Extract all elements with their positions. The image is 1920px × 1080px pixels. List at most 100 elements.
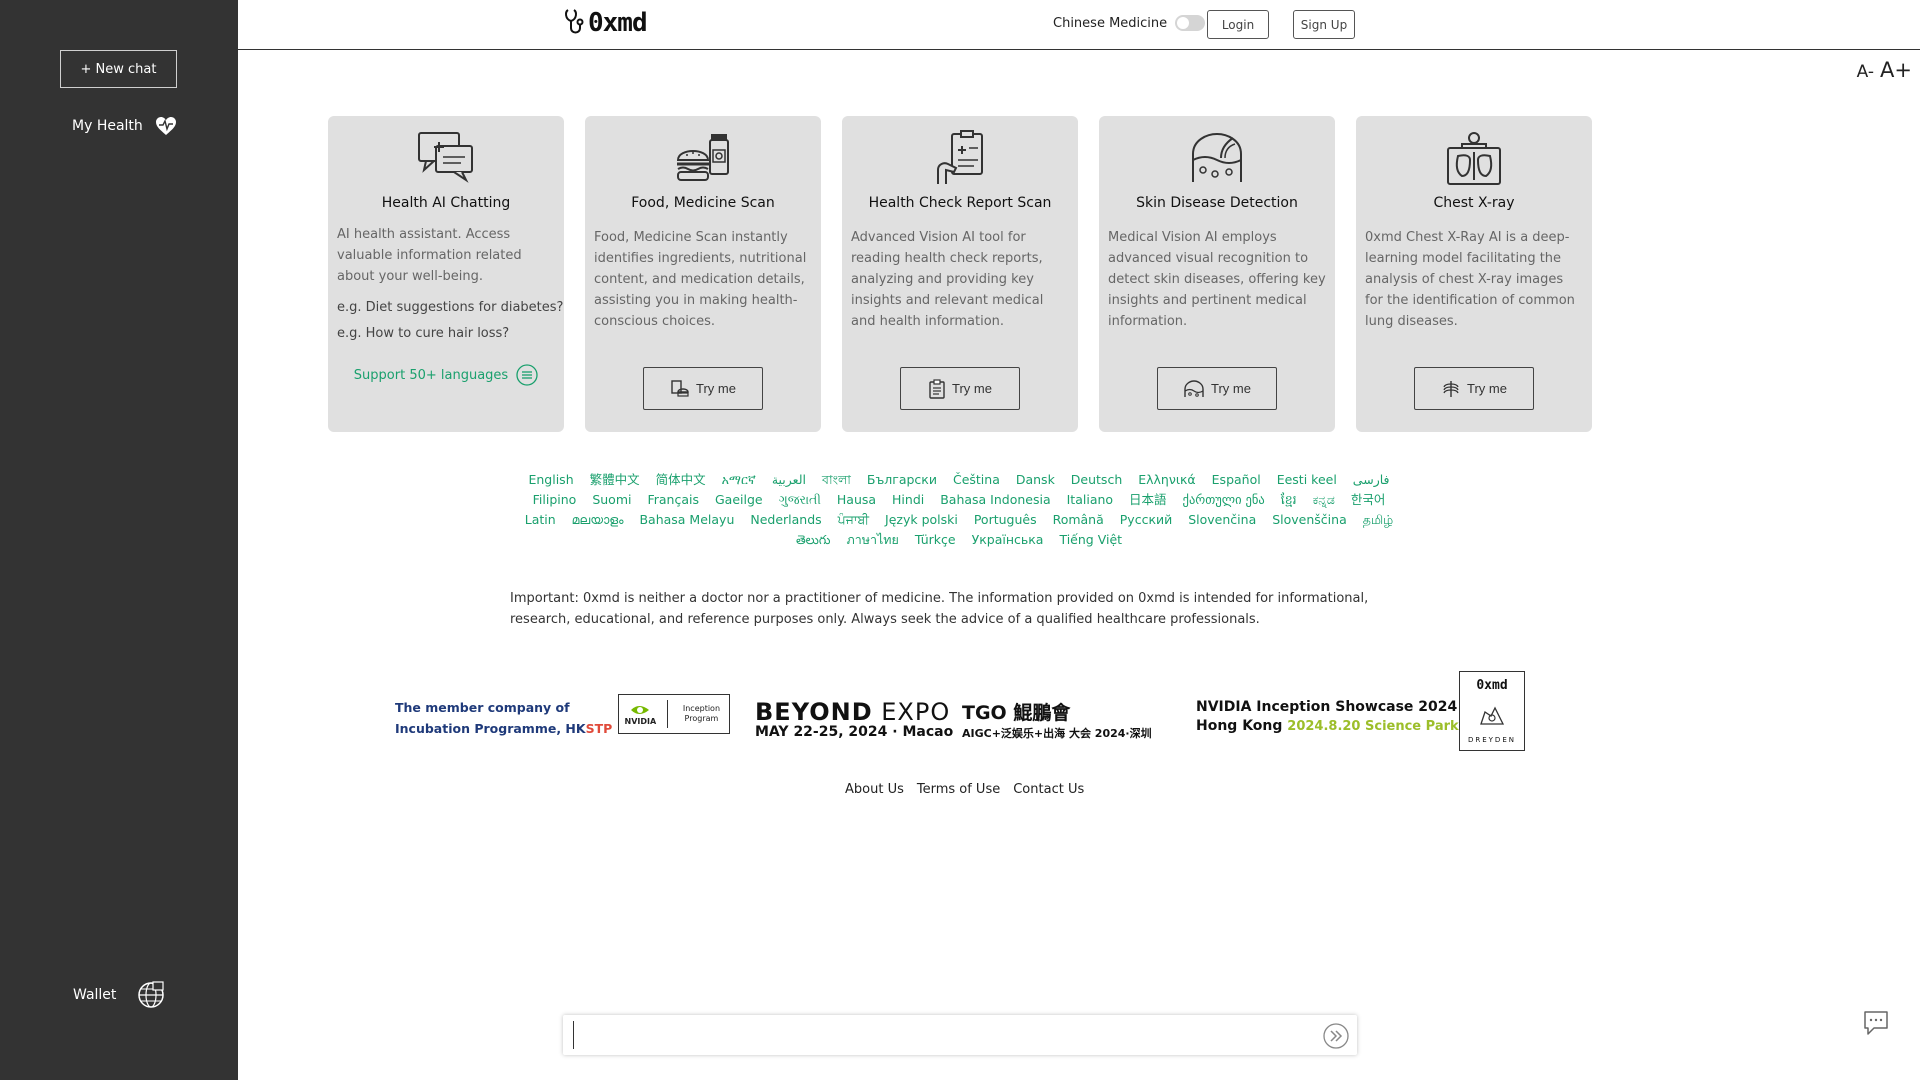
example-prompt-hair-loss[interactable]: e.g. How to cure hair loss? bbox=[337, 326, 509, 341]
language-link[interactable]: Čeština bbox=[953, 472, 1000, 487]
hkstp-stp: STP bbox=[585, 721, 613, 736]
language-link[interactable]: Русский bbox=[1120, 512, 1172, 527]
language-link[interactable]: Dansk bbox=[1016, 472, 1055, 487]
contact-us-link[interactable]: Contact Us bbox=[1013, 782, 1084, 797]
language-link[interactable]: Eesti keel bbox=[1277, 472, 1337, 487]
language-link[interactable]: 繁體中文 bbox=[590, 472, 640, 487]
language-link[interactable]: Français bbox=[647, 492, 699, 507]
language-link[interactable]: Hausa bbox=[837, 492, 876, 507]
try-health-check-scan-button[interactable]: Try me bbox=[900, 367, 1020, 410]
send-icon[interactable] bbox=[1323, 1023, 1349, 1049]
report-clipboard-icon bbox=[937, 130, 983, 184]
language-link[interactable]: Italiano bbox=[1067, 492, 1113, 507]
language-link[interactable]: 한국어 bbox=[1351, 492, 1386, 507]
tgo-subtitle: AIGC+泛娱乐+出海 大会 2024·深圳 bbox=[962, 727, 1152, 740]
beyond-expo-badge: BEYOND EXPO MAY 22-25, 2024 · Macao bbox=[755, 698, 953, 740]
language-link[interactable]: Filipino bbox=[533, 492, 577, 507]
language-link[interactable]: മലയാളം bbox=[572, 512, 624, 527]
signup-button[interactable]: Sign Up bbox=[1293, 10, 1355, 39]
try-chest-xray-button[interactable]: Try me bbox=[1414, 367, 1534, 410]
language-link[interactable]: English bbox=[528, 472, 573, 487]
font-increase-button[interactable]: A+ bbox=[1880, 58, 1912, 82]
language-link[interactable]: Hindi bbox=[892, 492, 924, 507]
language-link[interactable]: Nederlands bbox=[750, 512, 821, 527]
language-link[interactable]: ภาษาไทย bbox=[846, 532, 898, 547]
language-link[interactable]: Bahasa Melayu bbox=[639, 512, 734, 527]
chat-input-bar bbox=[563, 1015, 1357, 1055]
nvidia-program: Inception Program bbox=[682, 704, 721, 723]
medical-disclaimer: Important: 0xmd is neither a doctor nor … bbox=[510, 591, 1369, 627]
feedback-chat-icon[interactable] bbox=[1862, 1010, 1890, 1036]
tgo-badge: TGO 鯤鵬會 AIGC+泛娱乐+出海 大会 2024·深圳 bbox=[962, 698, 1152, 741]
language-link[interactable]: فارسی bbox=[1353, 472, 1390, 487]
menu-circle-icon bbox=[516, 364, 538, 386]
nvidia-eye-icon bbox=[631, 705, 650, 714]
try-skin-detection-button[interactable]: Try me bbox=[1157, 367, 1277, 410]
about-us-link[interactable]: About Us bbox=[845, 782, 904, 797]
language-link[interactable]: Deutsch bbox=[1071, 472, 1122, 487]
chat-input[interactable] bbox=[573, 1021, 1303, 1049]
try-food-medicine-scan-button[interactable]: Try me bbox=[643, 367, 763, 410]
my-health-link[interactable]: My Health bbox=[72, 116, 177, 136]
language-link[interactable]: বাংলা bbox=[822, 472, 851, 487]
language-link[interactable]: Bahasa Indonesia bbox=[940, 492, 1050, 507]
language-link[interactable]: ქართული ენა bbox=[1183, 492, 1265, 507]
chinese-medicine-label: Chinese Medicine bbox=[1053, 15, 1168, 31]
card-description: 0xmd Chest X-Ray AI is a deep-learning m… bbox=[1365, 230, 1575, 329]
font-decrease-button[interactable]: A- bbox=[1857, 62, 1874, 82]
language-link[interactable]: Slovenščina bbox=[1272, 512, 1347, 527]
card-health-ai-chatting[interactable]: Health AI Chatting AI health assistant. … bbox=[328, 116, 564, 432]
language-link[interactable]: العربية bbox=[772, 472, 806, 487]
language-link[interactable]: Română bbox=[1053, 512, 1104, 527]
language-link[interactable]: ਪੰਜਾਬੀ bbox=[838, 512, 869, 527]
language-link[interactable]: ગુજરાતી bbox=[779, 492, 821, 507]
language-link[interactable]: 简体中文 bbox=[656, 472, 706, 487]
language-link[interactable]: Slovenčina bbox=[1188, 512, 1256, 527]
language-link[interactable]: Українська bbox=[972, 532, 1044, 547]
showcase-hk: Hong Kong bbox=[1196, 718, 1288, 734]
language-link[interactable]: Gaeilge bbox=[715, 492, 763, 507]
card-health-check-report-scan[interactable]: Health Check Report Scan Advanced Vision… bbox=[842, 116, 1078, 432]
language-link[interactable]: Български bbox=[867, 472, 937, 487]
stethoscope-icon bbox=[565, 9, 584, 34]
language-link[interactable]: தமிழ் bbox=[1363, 512, 1394, 527]
wallet-link[interactable]: Wallet bbox=[73, 980, 166, 1010]
terms-of-use-link[interactable]: Terms of Use bbox=[917, 782, 1000, 797]
hkstp-line1: The member company of bbox=[395, 700, 570, 715]
chinese-medicine-toggle[interactable] bbox=[1175, 15, 1206, 31]
card-title: Food, Medicine Scan bbox=[631, 195, 775, 211]
language-link[interactable]: 日本語 bbox=[1129, 492, 1167, 507]
card-chest-xray[interactable]: Chest X-ray 0xmd Chest X-Ray AI is a dee… bbox=[1356, 116, 1592, 432]
dreyden-name: DREYDEN bbox=[1467, 736, 1516, 744]
support-languages-link[interactable]: Support 50+ languages bbox=[328, 364, 564, 386]
try-me-label: Try me bbox=[1211, 381, 1251, 396]
tgo-title: TGO 鯤鵬會 bbox=[962, 702, 1071, 724]
language-link[interactable]: తెలుగు bbox=[796, 532, 831, 547]
language-link[interactable]: Latin bbox=[525, 512, 556, 527]
hkstp-line2: Incubation Programme, HK bbox=[395, 721, 586, 736]
language-link[interactable]: Español bbox=[1212, 472, 1261, 487]
language-link[interactable]: ಕನ್ನಡ bbox=[1313, 492, 1335, 507]
login-button[interactable]: Login bbox=[1207, 10, 1269, 39]
example-prompt-diabetes[interactable]: e.g. Diet suggestions for diabetes? bbox=[337, 300, 563, 315]
language-link[interactable]: Język polski bbox=[885, 512, 958, 527]
showcase-date: 2024.8.20 Science Park bbox=[1287, 719, 1459, 734]
new-chat-button[interactable]: + New chat bbox=[60, 50, 177, 88]
language-link[interactable]: Tiếng Việt bbox=[1059, 532, 1122, 547]
brand-logo[interactable]: 0xmd bbox=[564, 8, 648, 38]
card-description: Medical Vision AI employs advanced visua… bbox=[1108, 230, 1326, 329]
card-skin-disease-detection[interactable]: Skin Disease Detection Medical Vision AI… bbox=[1099, 116, 1335, 432]
language-link[interactable]: አማርኛ bbox=[722, 472, 756, 487]
language-link[interactable]: Suomi bbox=[592, 492, 631, 507]
showcase-line1: NVIDIA Inception Showcase 2024 bbox=[1196, 699, 1458, 715]
brand-name: 0xmd bbox=[588, 8, 648, 38]
heart-pulse-icon bbox=[155, 117, 176, 135]
language-link[interactable]: Português bbox=[974, 512, 1037, 527]
card-food-medicine-scan[interactable]: Food, Medicine Scan Food, Medicine Scan … bbox=[585, 116, 821, 432]
clipboard-icon bbox=[929, 378, 945, 399]
language-link[interactable]: Ελληνικά bbox=[1138, 472, 1195, 487]
language-link[interactable]: Türkçe bbox=[915, 532, 956, 547]
language-link[interactable]: ខ្មែរ bbox=[1281, 492, 1297, 507]
footer-links: About Us Terms of Use Contact Us bbox=[845, 782, 1084, 797]
top-header: 0xmd Chinese Medicine Login Sign Up bbox=[238, 0, 1920, 50]
